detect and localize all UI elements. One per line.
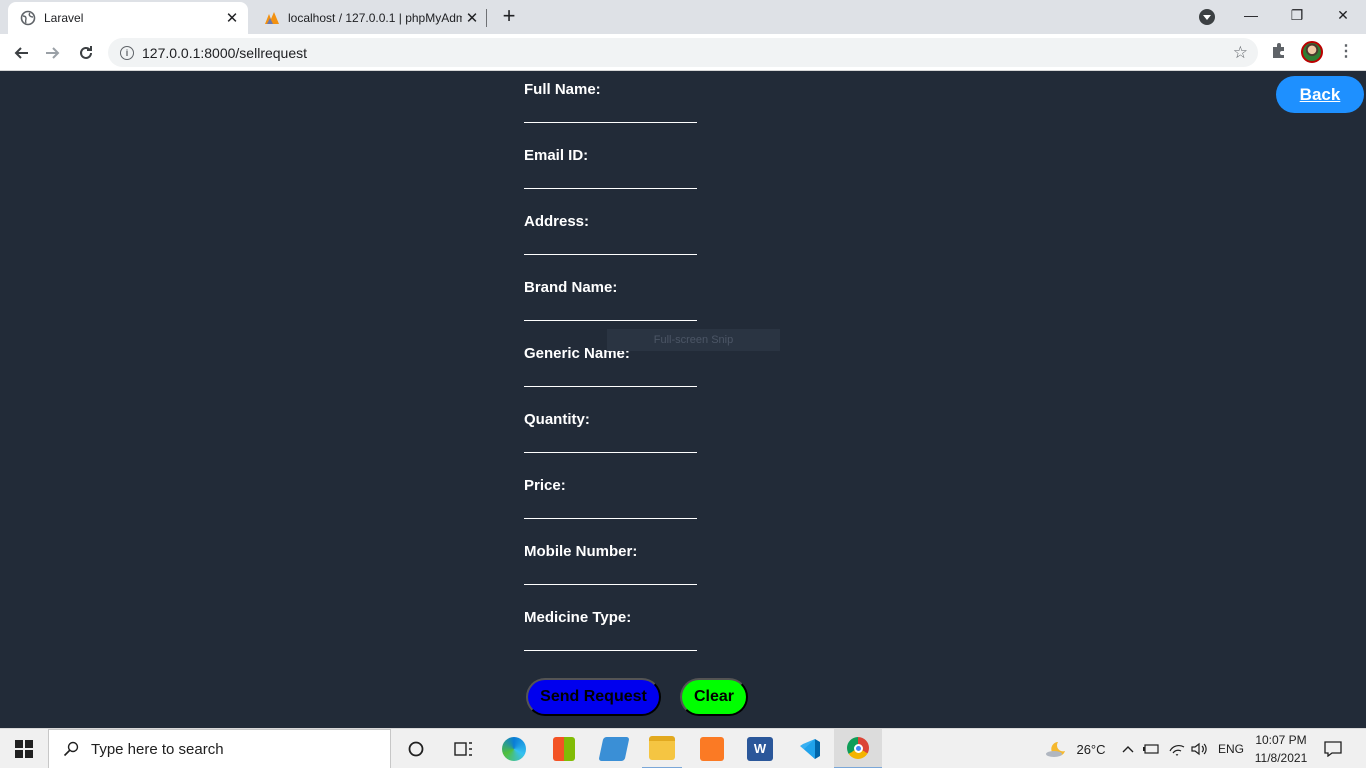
search-placeholder: Type here to search [91,740,224,758]
field-label: Brand Name: [524,279,618,296]
tab-laravel[interactable]: Laravel ✕ [8,2,248,34]
url-text: 127.0.0.1:8000/sellrequest [142,44,308,61]
field-label: Full Name: [524,81,601,98]
email-field[interactable]: Email ID: [524,137,698,189]
clock-date: 11/8/2021 [1254,751,1308,765]
close-window-button[interactable]: ✕ [1320,0,1366,30]
tab-divider [486,9,487,27]
reload-icon[interactable] [73,40,99,66]
weather-moon-icon[interactable] [1042,729,1070,768]
restore-button[interactable]: ❐ [1274,0,1320,30]
tab-phpmyadmin[interactable]: localhost / 127.0.0.1 | phpMyAdmin ✕ [252,2,488,34]
field-label: Mobile Number: [524,543,638,560]
send-request-button[interactable]: Send Request [526,678,661,716]
full-name-field[interactable]: Full Name: [524,71,698,123]
close-tab-icon[interactable]: ✕ [462,8,482,28]
field-underline [524,254,697,255]
chrome-icon[interactable] [834,729,882,768]
brand-name-field[interactable]: Brand Name: [524,269,698,321]
field-underline [524,386,697,387]
address-bar[interactable]: i 127.0.0.1:8000/sellrequest ☆ [108,38,1258,67]
wifi-icon[interactable] [1168,729,1186,768]
price-field[interactable]: Price: [524,467,698,519]
volume-icon[interactable] [1190,729,1210,768]
minimize-button[interactable]: — [1228,0,1274,30]
info-icon[interactable]: i [120,45,134,60]
cortana-icon[interactable] [396,729,436,768]
field-underline [524,320,697,321]
quantity-field[interactable]: Quantity: [524,401,698,453]
vscode-icon[interactable] [790,729,830,768]
notifications-icon[interactable] [1318,729,1348,768]
file-explorer-icon[interactable] [642,729,682,768]
tab-title: localhost / 127.0.0.1 | phpMyAdmin [288,11,462,25]
more-menu-icon[interactable]: ⋮ [1338,42,1354,62]
snip-overlay-tooltip: Full-screen Snip [607,329,780,351]
field-underline [524,584,697,585]
battery-icon[interactable] [1142,729,1160,768]
browser-toolbar: i 127.0.0.1:8000/sellrequest ☆ [0,34,1366,71]
medicine-type-field[interactable]: Medicine Type: [524,599,698,651]
tab-strip: Laravel ✕ localhost / 127.0.0.1 | phpMyA… [0,0,1366,34]
sell-request-page: Back Full Name: Email ID: Address: Brand… [0,71,1366,728]
field-label: Email ID: [524,147,589,164]
field-underline [524,518,697,519]
field-underline [524,188,697,189]
task-view-icon[interactable] [444,729,484,768]
taskbar-clock[interactable]: 10:07 PM 11/8/2021 [1250,731,1312,767]
phpmyadmin-icon [264,10,280,26]
new-tab-button[interactable]: + [498,5,520,28]
field-underline [524,122,697,123]
profile-avatar[interactable] [1301,41,1323,63]
taskbar-search-input[interactable]: Type here to search [48,729,391,768]
chevron-up-icon[interactable] [1120,729,1136,768]
windows-start-icon[interactable] [0,729,48,768]
field-label: Price: [524,477,566,494]
store-icon[interactable] [544,729,584,768]
taskbar: Type here to search W 26°C ENG 10:07 PM … [0,728,1366,768]
back-button[interactable]: Back [1276,76,1364,113]
word-icon[interactable]: W [740,729,780,768]
xampp-icon[interactable] [692,729,732,768]
tab-title: Laravel [44,11,84,25]
bookmark-star-icon[interactable]: ☆ [1233,43,1248,63]
field-label: Medicine Type: [524,609,632,626]
field-underline [524,650,697,651]
field-underline [524,452,697,453]
language-indicator[interactable]: ENG [1216,729,1246,768]
forward-arrow-icon[interactable] [40,40,66,66]
clear-button[interactable]: Clear [680,678,748,716]
field-label: Address: [524,213,590,230]
extensions-icon[interactable] [1270,41,1288,59]
globe-icon [20,10,36,26]
back-arrow-icon[interactable] [8,40,34,66]
tab-search-icon[interactable] [1199,9,1215,25]
weather-temp[interactable]: 26°C [1074,729,1108,768]
close-tab-icon[interactable]: ✕ [222,8,242,28]
mobile-number-field[interactable]: Mobile Number: [524,533,698,585]
field-label: Quantity: [524,411,590,428]
remote-desktop-icon[interactable] [594,729,634,768]
clock-time: 10:07 PM [1255,733,1307,747]
edge-browser-icon[interactable] [494,729,534,768]
search-icon [63,741,79,757]
address-field[interactable]: Address: [524,203,698,255]
